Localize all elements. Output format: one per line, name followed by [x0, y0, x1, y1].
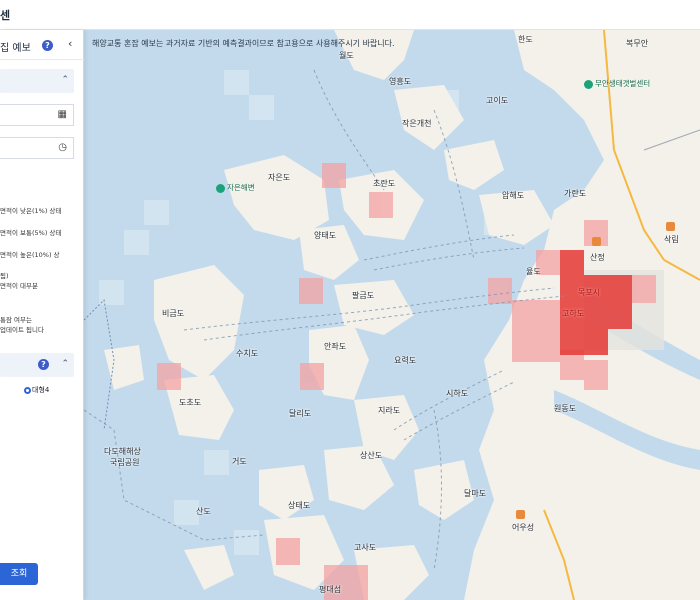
place-label: 요력도	[394, 356, 417, 365]
panel-title: 집 예보	[0, 43, 31, 54]
poi-marker[interactable]: 무안생태갯벌센터	[584, 78, 650, 89]
clock-icon[interactable]: ◷	[58, 142, 67, 153]
legend-text: 면적이 대부분	[0, 282, 38, 290]
place-label: 작은개천	[402, 119, 432, 128]
info-text: 업데이트 됩니다	[0, 326, 44, 334]
place-label: 국립공원	[110, 458, 140, 467]
time-field[interactable]: ◷	[0, 137, 74, 159]
beach-icon	[216, 183, 225, 193]
place-label: 자은도	[268, 173, 291, 182]
eco-center-icon	[584, 79, 593, 89]
map-view[interactable]: 해양교통 혼잡 예보는 과거자료 기반의 예측결과이므로 참고용으로 사용해주시…	[84, 30, 700, 600]
place-label: 한도	[518, 35, 533, 44]
top-bar: 센	[0, 0, 700, 30]
help-icon[interactable]: ?	[38, 359, 49, 370]
landmark-icon[interactable]	[592, 237, 601, 246]
landmark-icon[interactable]	[516, 510, 525, 519]
place-label: 복무안	[626, 39, 649, 48]
info-text: 통잠 여부는	[0, 316, 32, 324]
panel-header: 집 예보 ? ‹	[0, 30, 84, 60]
place-label: 평대섬	[319, 585, 342, 594]
place-label: 다도해해상	[104, 447, 141, 456]
forecast-panel: 집 예보 ? ‹ ⌃ ▦ ◷ 면적이 낮은(1%) 상태 면적이 보통(5%) …	[0, 30, 84, 600]
place-label: 시하도	[446, 389, 469, 398]
poi-marker[interactable]: 자은해변	[216, 182, 255, 193]
legend-text: 됨)	[0, 272, 9, 280]
legend-low: 면적이 낮은(1%) 상태	[0, 207, 62, 215]
place-label: 고이도	[486, 96, 509, 105]
chevron-up-icon[interactable]: ⌃	[61, 75, 69, 85]
place-label: 비금도	[162, 309, 185, 318]
collapse-panel-icon[interactable]: ‹	[68, 37, 72, 50]
place-label: 거도	[232, 457, 247, 466]
help-icon[interactable]: ?	[42, 40, 53, 51]
place-label: 가란도	[564, 189, 587, 198]
place-label: 산정	[590, 253, 605, 262]
place-label: 달리도	[289, 409, 312, 418]
place-label: 도초도	[179, 398, 202, 407]
section-header-filter[interactable]: ⌃	[0, 69, 74, 93]
place-label: 달마도	[464, 489, 487, 498]
place-label: 원동도	[554, 404, 577, 413]
app-title: 센	[0, 9, 11, 22]
chevron-up-icon[interactable]: ⌃	[61, 359, 69, 369]
place-label: 수치도	[236, 349, 259, 358]
place-label: 고하도	[562, 309, 585, 318]
legend-normal: 면적이 보통(5%) 상태	[0, 229, 62, 237]
place-label: 고사도	[354, 543, 377, 552]
place-label: 상산도	[360, 451, 383, 460]
place-label: 월도	[339, 51, 354, 60]
place-label: 양태도	[314, 231, 337, 240]
landmark-icon[interactable]	[666, 222, 675, 231]
legend-high: 면적이 높은(10%) 상	[0, 251, 60, 259]
place-label: 상태도	[288, 501, 311, 510]
section-header-vessel[interactable]: ? ⌃	[0, 353, 74, 377]
search-button[interactable]: 조회	[0, 563, 38, 585]
place-label: 영흥도	[389, 77, 412, 86]
date-field[interactable]: ▦	[0, 104, 74, 126]
place-label: 율도	[526, 267, 541, 276]
radio-selected-icon[interactable]	[24, 386, 31, 394]
place-label: 삭림	[664, 235, 679, 244]
calendar-icon[interactable]: ▦	[58, 109, 67, 120]
place-label: 압해도	[502, 191, 525, 200]
place-label: 초란도	[373, 179, 396, 188]
place-label: 지라도	[378, 406, 401, 415]
map-notice: 해양교통 혼잡 예보는 과거자료 기반의 예측결과이므로 참고용으로 사용해주시…	[92, 39, 395, 48]
vessel-size-radio[interactable]: 대형4	[24, 385, 49, 395]
place-label: 목포시	[578, 288, 601, 297]
place-label: 어우성	[512, 523, 535, 532]
place-label: 산도	[196, 507, 211, 516]
place-label: 팔금도	[352, 291, 375, 300]
place-label: 안좌도	[324, 342, 347, 351]
